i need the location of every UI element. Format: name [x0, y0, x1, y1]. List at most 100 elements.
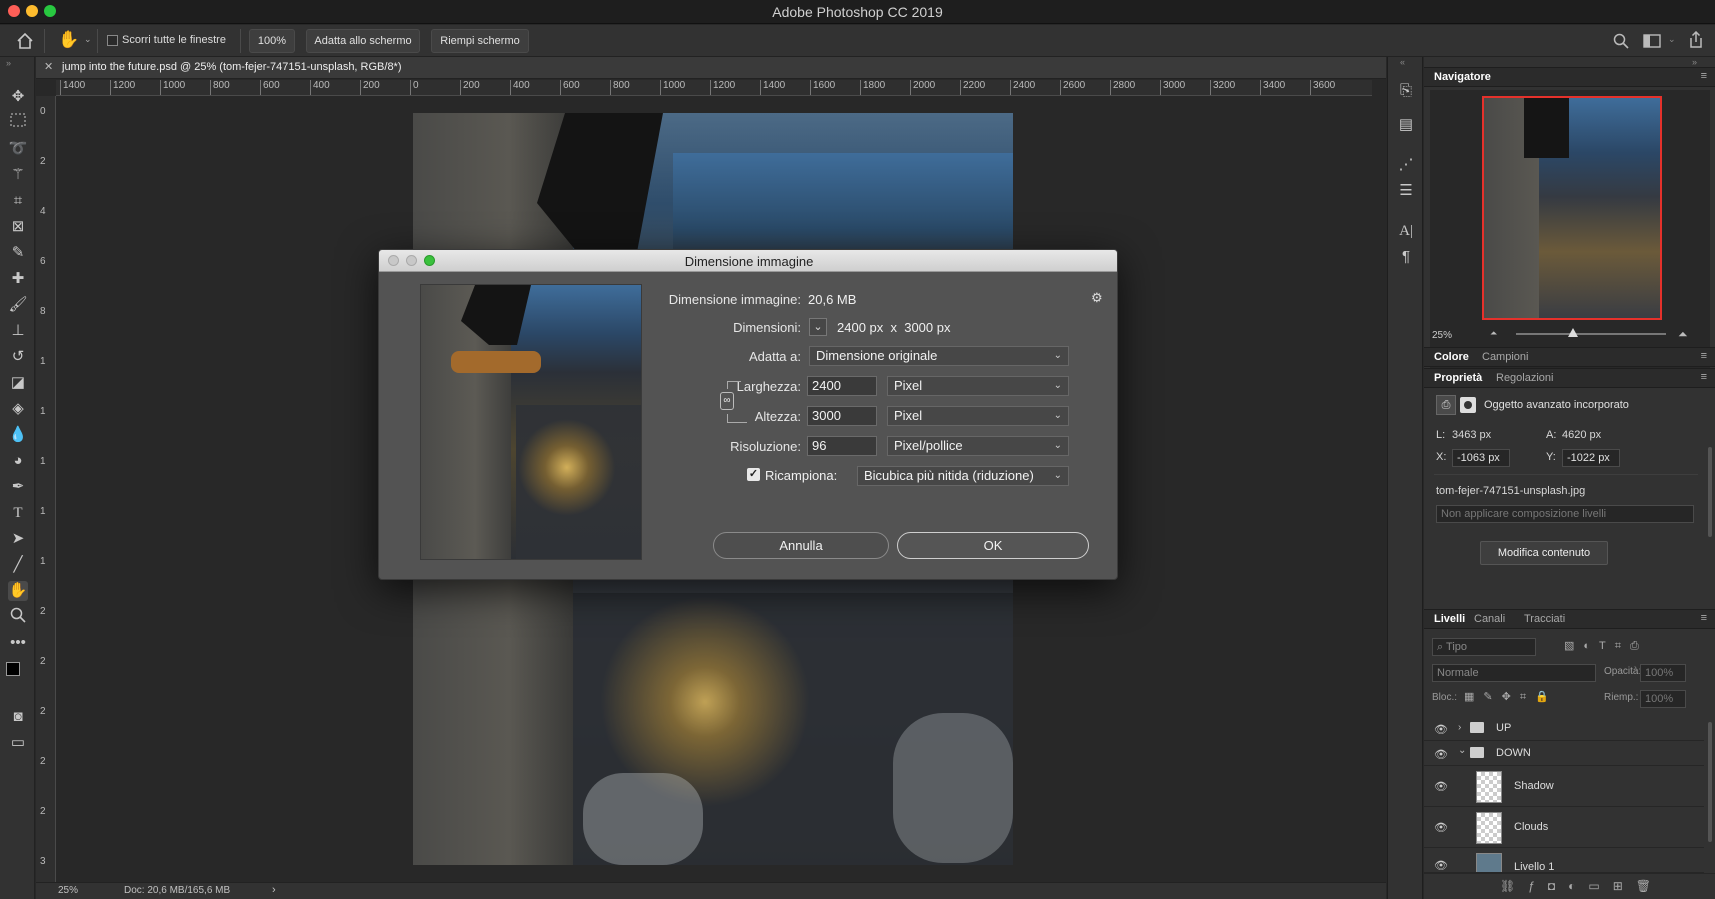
navigator-zoom-value[interactable]: 25%: [1432, 330, 1452, 341]
eye-icon[interactable]: 👁: [1434, 780, 1448, 793]
history-brush-tool-icon[interactable]: ↺: [8, 347, 28, 367]
layer-action-icons[interactable]: ⛓ƒ◘◐▭⊞🗑: [1500, 879, 1664, 893]
eye-icon[interactable]: 👁: [1434, 821, 1448, 834]
tab-channels[interactable]: Canali: [1474, 613, 1505, 625]
chevron-down-icon[interactable]: ⌄: [809, 318, 827, 336]
edit-contents-button[interactable]: Modifica contenuto: [1480, 541, 1608, 565]
layer-row-down[interactable]: 👁 ⌄ DOWN: [1424, 742, 1704, 766]
search-icon[interactable]: [1613, 33, 1629, 49]
zoom-out-icon[interactable]: ⏶: [1490, 328, 1497, 339]
crop-tool-icon[interactable]: ⌗: [8, 191, 28, 211]
paint-bucket-tool-icon[interactable]: ◈: [8, 399, 28, 419]
status-zoom[interactable]: 25%: [58, 885, 78, 896]
tab-paths[interactable]: Tracciati: [1524, 613, 1565, 625]
cancel-button[interactable]: Annulla: [713, 532, 889, 559]
properties-scrollbar[interactable]: [1708, 447, 1712, 537]
hand-tool-icon[interactable]: ✋: [8, 581, 28, 601]
brush-settings-panel-icon[interactable]: ⋰: [1396, 155, 1416, 175]
marquee-tool-icon[interactable]: [8, 113, 28, 133]
chevron-down-icon[interactable]: ⌄: [84, 34, 92, 45]
resample-checkbox[interactable]: ✓: [747, 468, 760, 481]
zoom-100-button[interactable]: 100%: [249, 29, 295, 53]
workspace-icon[interactable]: [1643, 34, 1661, 48]
y-position-input[interactable]: -1022 px: [1562, 449, 1620, 467]
resample-method-select[interactable]: Bicubica più nitida (riduzione) ⌄: [857, 466, 1069, 486]
collapse-arrows-icon[interactable]: »: [1692, 57, 1697, 67]
layer-filter-select[interactable]: ⌕ Tipo: [1432, 638, 1536, 656]
collapse-arrows-icon[interactable]: »: [6, 58, 11, 68]
status-menu-arrow[interactable]: ›: [272, 884, 276, 896]
adjustments-panel-icon[interactable]: ☰: [1396, 181, 1416, 201]
layer-row-clouds[interactable]: 👁 Clouds: [1424, 808, 1704, 848]
zoom-in-icon[interactable]: ⏶: [1678, 327, 1688, 342]
brush-tool-icon[interactable]: 🖌: [8, 295, 28, 315]
mask-icon[interactable]: [1460, 397, 1476, 413]
tab-navigator[interactable]: Navigatore: [1434, 71, 1491, 83]
zoom-tool-icon[interactable]: [8, 607, 28, 627]
tab-layers[interactable]: Livelli: [1434, 613, 1465, 625]
width-unit-select[interactable]: Pixel ⌄: [887, 376, 1069, 396]
dodge-tool-icon[interactable]: ◕: [8, 451, 28, 471]
tab-adjustments[interactable]: Regolazioni: [1496, 372, 1553, 384]
tab-properties[interactable]: Proprietà: [1434, 372, 1482, 384]
navigator-zoom-slider[interactable]: [1516, 333, 1666, 335]
blur-tool-icon[interactable]: 💧: [8, 425, 28, 445]
pen-tool-icon[interactable]: ✒: [8, 477, 28, 497]
chevron-right-icon[interactable]: ›: [1458, 722, 1461, 733]
height-input[interactable]: 3000: [807, 406, 877, 426]
eye-icon[interactable]: 👁: [1434, 748, 1448, 761]
panel-menu-icon[interactable]: ≡: [1701, 612, 1707, 624]
panel-menu-icon[interactable]: ≡: [1701, 350, 1707, 362]
fill-screen-button[interactable]: Riempi schermo: [431, 29, 529, 53]
paragraph-panel-icon[interactable]: ¶: [1396, 247, 1416, 267]
chevron-down-icon[interactable]: ⌄: [1668, 34, 1676, 45]
layer-row-up[interactable]: 👁 › UP: [1424, 717, 1704, 741]
character-panel-icon[interactable]: A|: [1396, 221, 1416, 241]
fit-to-select[interactable]: Dimensione originale ⌄: [809, 346, 1069, 366]
type-tool-icon[interactable]: T: [8, 503, 28, 523]
eye-icon[interactable]: 👁: [1434, 859, 1448, 872]
frame-tool-icon[interactable]: ⊠: [8, 217, 28, 237]
lock-icons[interactable]: ▦✎✥⌗🔒: [1464, 690, 1558, 704]
close-tab-icon[interactable]: ✕: [44, 60, 53, 73]
path-selection-tool-icon[interactable]: ➤: [8, 529, 28, 549]
tab-color[interactable]: Colore: [1434, 351, 1469, 363]
line-tool-icon[interactable]: ╱: [8, 555, 28, 575]
document-tab-title[interactable]: jump into the future.psd @ 25% (tom-feje…: [62, 61, 402, 73]
link-constrain-icon[interactable]: ∞: [720, 392, 734, 410]
clone-stamp-tool-icon[interactable]: ⊥: [8, 321, 28, 341]
layer-row-shadow[interactable]: 👁 Shadow: [1424, 767, 1704, 807]
dialog-image-preview[interactable]: [420, 284, 642, 560]
lasso-tool-icon[interactable]: ➰: [8, 139, 28, 159]
move-tool-icon[interactable]: ✥: [8, 87, 28, 107]
gear-icon[interactable]: ⚙: [1091, 290, 1103, 306]
quick-mask-icon[interactable]: ◙: [8, 707, 28, 727]
chevron-down-icon[interactable]: ⌄: [1458, 745, 1466, 756]
hand-tool-icon[interactable]: ✋: [58, 30, 79, 50]
navigator-slider-thumb[interactable]: [1568, 328, 1578, 337]
fit-screen-button[interactable]: Adatta allo schermo: [306, 29, 420, 53]
screen-mode-icon[interactable]: ▭: [8, 733, 28, 753]
scroll-all-checkbox[interactable]: [107, 35, 118, 46]
healing-brush-tool-icon[interactable]: ✚: [8, 269, 28, 289]
tab-swatches[interactable]: Campioni: [1482, 351, 1528, 363]
x-position-input[interactable]: -1063 px: [1452, 449, 1510, 467]
resolution-input[interactable]: 96: [807, 436, 877, 456]
width-value[interactable]: 3463 px: [1452, 429, 1491, 441]
ok-button[interactable]: OK: [897, 532, 1089, 559]
blend-mode-select[interactable]: Normale: [1432, 664, 1596, 682]
panel-menu-icon[interactable]: ≡: [1701, 70, 1707, 82]
panel-menu-icon[interactable]: ≡: [1701, 371, 1707, 383]
eraser-tool-icon[interactable]: ◪: [8, 373, 28, 393]
width-input[interactable]: 2400: [807, 376, 877, 396]
share-icon[interactable]: [1688, 31, 1704, 49]
collapse-arrows-icon[interactable]: «: [1400, 57, 1405, 67]
fill-input[interactable]: 100%: [1640, 690, 1686, 708]
more-tools-icon[interactable]: •••: [8, 633, 28, 653]
height-value[interactable]: 4620 px: [1562, 429, 1601, 441]
home-icon[interactable]: [16, 32, 34, 50]
foreground-color-swatch[interactable]: [6, 662, 20, 676]
opacity-input[interactable]: 100%: [1640, 664, 1686, 682]
magic-wand-tool-icon[interactable]: ⚚: [8, 165, 28, 185]
layers-scrollbar[interactable]: [1708, 722, 1712, 842]
